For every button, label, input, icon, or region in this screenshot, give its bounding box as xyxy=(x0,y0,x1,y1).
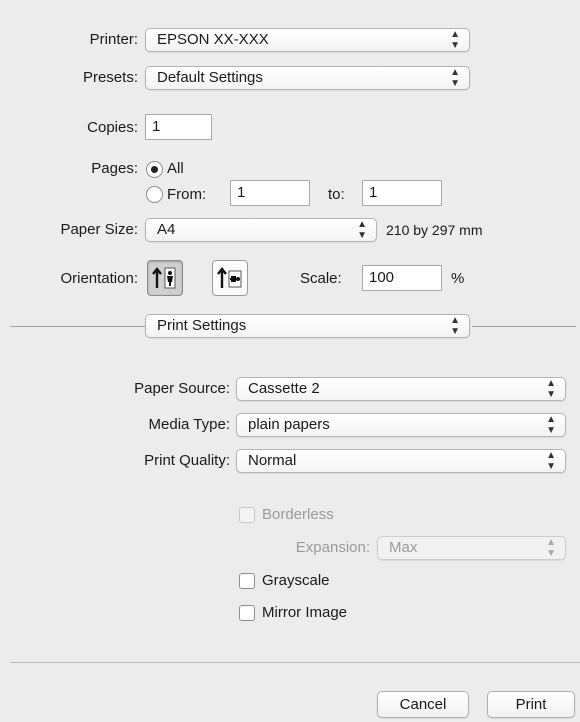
cancel-button[interactable]: Cancel xyxy=(377,691,469,718)
print-quality-label: Print Quality: xyxy=(144,452,230,469)
orientation-label: Orientation: xyxy=(60,270,138,287)
grayscale-checkbox[interactable] xyxy=(239,573,255,589)
expansion-popup[interactable]: Max ▲ ▼ xyxy=(377,536,566,560)
paper-size-label: Paper Size: xyxy=(60,221,138,238)
presets-popup[interactable]: Default Settings ▲ ▼ xyxy=(145,66,470,90)
presets-value: Default Settings xyxy=(157,69,263,86)
pages-from-field[interactable]: 1 xyxy=(230,180,310,206)
orientation-portrait-button[interactable] xyxy=(147,260,183,296)
footer-divider xyxy=(10,662,580,663)
pages-all-label: All xyxy=(167,160,184,177)
landscape-orientation-icon xyxy=(217,267,242,288)
mirror-image-checkbox[interactable] xyxy=(239,605,255,621)
borderless-label: Borderless xyxy=(262,506,334,523)
popup-arrows-icon: ▲ ▼ xyxy=(450,67,460,89)
printer-label: Printer: xyxy=(89,31,138,48)
expansion-value: Max xyxy=(389,539,418,556)
paper-source-popup[interactable]: Cassette 2 ▲ ▼ xyxy=(236,377,566,401)
media-type-popup[interactable]: plain papers ▲ ▼ xyxy=(236,413,566,437)
section-value: Print Settings xyxy=(157,317,247,334)
popup-arrows-icon: ▲ ▼ xyxy=(546,450,556,472)
print-quality-popup[interactable]: Normal ▲ ▼ xyxy=(236,449,566,473)
pages-to-label: to: xyxy=(328,186,345,203)
orientation-landscape-button[interactable] xyxy=(212,260,248,296)
expansion-label: Expansion: xyxy=(295,539,370,556)
copies-field[interactable]: 1 xyxy=(145,114,212,140)
paper-source-value: Cassette 2 xyxy=(248,380,320,397)
media-type-value: plain papers xyxy=(248,416,330,433)
print-button[interactable]: Print xyxy=(487,691,575,718)
paper-size-dimensions: 210 by 297 mm xyxy=(386,222,483,238)
scale-unit: % xyxy=(451,270,465,287)
section-divider xyxy=(472,326,576,327)
pages-all-radio[interactable] xyxy=(146,161,163,178)
popup-arrows-icon: ▲ ▼ xyxy=(546,414,556,436)
popup-arrows-icon: ▲ ▼ xyxy=(450,315,460,337)
section-divider xyxy=(10,326,145,327)
media-type-label: Media Type: xyxy=(148,416,230,433)
portrait-orientation-icon xyxy=(152,267,176,289)
paper-size-popup[interactable]: A4 ▲ ▼ xyxy=(145,218,377,242)
copies-label: Copies: xyxy=(87,119,138,136)
scale-label: Scale: xyxy=(300,270,342,287)
printer-value: EPSON XX-XXX xyxy=(157,31,269,48)
popup-arrows-icon: ▲ ▼ xyxy=(546,537,556,559)
pages-from-radio[interactable] xyxy=(146,186,163,203)
pages-label: Pages: xyxy=(91,160,138,177)
printer-popup[interactable]: EPSON XX-XXX ▲ ▼ xyxy=(145,28,470,52)
presets-label: Presets: xyxy=(82,69,138,86)
paper-source-label: Paper Source: xyxy=(134,380,230,397)
pages-to-field[interactable]: 1 xyxy=(362,180,442,206)
paper-size-value: A4 xyxy=(157,221,176,238)
scale-field[interactable]: 100 xyxy=(362,265,442,291)
popup-arrows-icon: ▲ ▼ xyxy=(450,29,460,51)
grayscale-label: Grayscale xyxy=(262,572,330,589)
section-popup[interactable]: Print Settings ▲ ▼ xyxy=(145,314,470,338)
print-quality-value: Normal xyxy=(248,452,297,469)
mirror-image-label: Mirror Image xyxy=(262,604,348,621)
popup-arrows-icon: ▲ ▼ xyxy=(546,378,556,400)
pages-from-label: From: xyxy=(167,186,207,203)
popup-arrows-icon: ▲ ▼ xyxy=(357,219,367,241)
borderless-checkbox[interactable] xyxy=(239,507,255,523)
